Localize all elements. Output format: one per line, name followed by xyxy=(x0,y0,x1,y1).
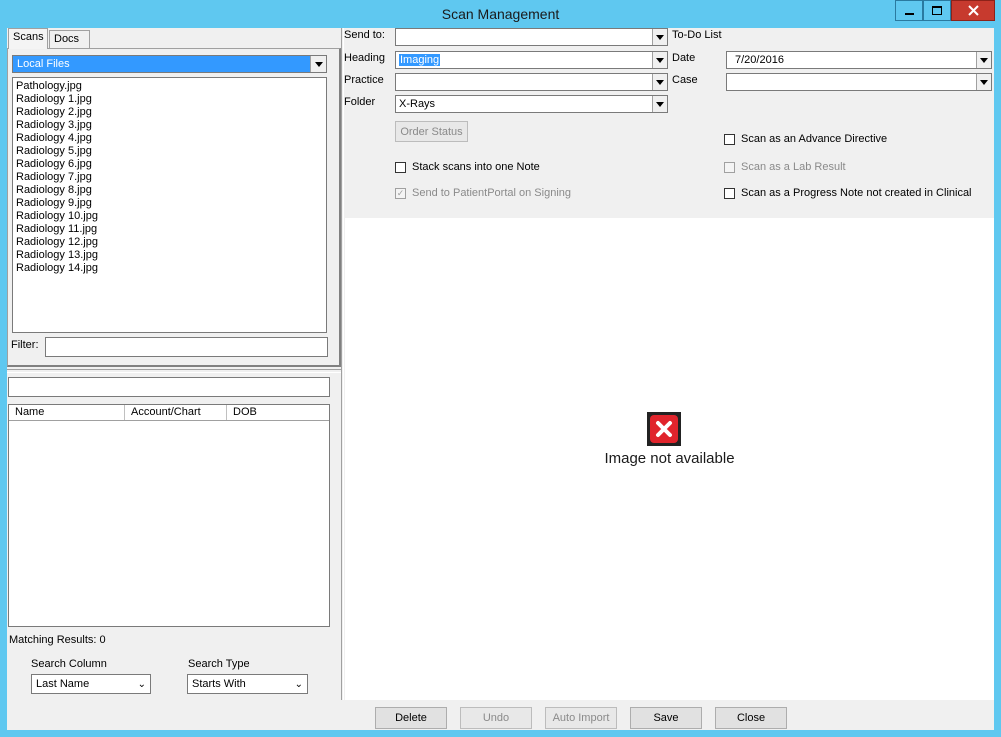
chevron-down-icon: ⌄ xyxy=(137,679,146,690)
search-type-label: Search Type xyxy=(188,658,250,670)
auto-import-button[interactable]: Auto Import xyxy=(545,707,617,729)
chevron-down-icon[interactable] xyxy=(976,52,991,68)
tab-docs[interactable]: Docs xyxy=(49,30,90,48)
case-combo[interactable] xyxy=(726,73,992,91)
case-label: Case xyxy=(672,74,698,86)
chevron-down-icon[interactable] xyxy=(652,96,667,112)
column-header-name[interactable]: Name xyxy=(9,405,125,420)
folder-value: X-Rays xyxy=(399,98,436,110)
search-column-value: Last Name xyxy=(36,678,90,690)
undo-button[interactable]: Undo xyxy=(460,707,532,729)
delete-button[interactable]: Delete xyxy=(375,707,447,729)
list-item[interactable]: Pathology.jpg xyxy=(16,80,323,93)
checkbox-box[interactable] xyxy=(724,133,735,145)
order-status-button[interactable]: Order Status xyxy=(395,121,468,142)
checkbox-box[interactable] xyxy=(724,187,735,199)
checkmark-icon[interactable]: ✓ xyxy=(395,187,406,199)
search-type-select[interactable]: Starts With ⌄ xyxy=(187,674,308,694)
broken-image-icon xyxy=(647,412,681,446)
search-column-select[interactable]: Last Name ⌄ xyxy=(31,674,151,694)
scan-management-window: Scan Management Scans Docs Local Files P… xyxy=(0,0,1001,737)
save-button[interactable]: Save xyxy=(630,707,702,729)
title-bar[interactable]: Scan Management xyxy=(0,0,1001,28)
practice-combo[interactable] xyxy=(395,73,668,91)
list-item[interactable]: Radiology 12.jpg xyxy=(16,236,323,249)
column-header-dob[interactable]: DOB xyxy=(227,405,329,420)
chevron-down-icon[interactable] xyxy=(652,29,667,45)
close-window-button[interactable] xyxy=(951,0,995,21)
list-item[interactable]: Radiology 2.jpg xyxy=(16,106,323,119)
image-not-available-text: Image not available xyxy=(604,450,735,467)
folder-label: Folder xyxy=(344,96,376,108)
folder-combo[interactable]: X-Rays xyxy=(395,95,668,113)
send-to-combo[interactable] xyxy=(395,28,668,46)
list-item[interactable]: Radiology 13.jpg xyxy=(16,249,323,262)
checkbox-box[interactable] xyxy=(395,161,406,173)
patient-search-input[interactable] xyxy=(8,377,330,397)
horizontal-splitter[interactable] xyxy=(7,369,341,373)
client-area: Scans Docs Local Files Pathology.jpg Rad… xyxy=(7,28,994,730)
filter-input[interactable] xyxy=(45,337,328,357)
maximize-button[interactable] xyxy=(923,0,951,21)
lab-result-checkbox[interactable]: Scan as a Lab Result xyxy=(724,161,846,173)
minimize-button[interactable] xyxy=(895,0,923,21)
list-item[interactable]: Radiology 8.jpg xyxy=(16,184,323,197)
heading-label: Heading xyxy=(344,52,385,64)
send-to-label: Send to: xyxy=(344,29,385,41)
search-column-label: Search Column xyxy=(31,658,107,670)
lab-result-label: Scan as a Lab Result xyxy=(741,161,846,173)
list-item[interactable]: Radiology 1.jpg xyxy=(16,93,323,106)
date-value: 7/20/2016 xyxy=(735,54,784,66)
heading-combo[interactable]: Imaging xyxy=(395,51,668,69)
practice-label: Practice xyxy=(344,74,384,86)
todo-list-label: To-Do List xyxy=(672,29,722,41)
list-item[interactable]: Radiology 9.jpg xyxy=(16,197,323,210)
maximize-icon xyxy=(932,6,942,15)
source-combo[interactable]: Local Files xyxy=(12,55,327,73)
stack-scans-checkbox[interactable]: Stack scans into one Note xyxy=(395,161,540,173)
tab-scans[interactable]: Scans xyxy=(8,28,48,49)
file-list[interactable]: Pathology.jpg Radiology 1.jpg Radiology … xyxy=(12,77,327,333)
vertical-splitter[interactable] xyxy=(341,28,344,700)
progress-note-label: Scan as a Progress Note not created in C… xyxy=(741,187,972,199)
heading-value: Imaging xyxy=(399,54,441,66)
list-item[interactable]: Radiology 6.jpg xyxy=(16,158,323,171)
advance-directive-label: Scan as an Advance Directive xyxy=(741,133,888,145)
matching-results: Matching Results: 0 xyxy=(9,634,106,646)
list-item[interactable]: Radiology 7.jpg xyxy=(16,171,323,184)
chevron-down-icon[interactable] xyxy=(652,74,667,90)
patient-portal-label: Send to PatientPortal on Signing xyxy=(412,187,572,199)
list-item[interactable]: Radiology 10.jpg xyxy=(16,210,323,223)
grid-header: Name Account/Chart DOB xyxy=(9,405,329,421)
filter-label: Filter: xyxy=(11,339,39,351)
list-item[interactable]: Radiology 14.jpg xyxy=(16,262,323,275)
chevron-down-icon: ⌄ xyxy=(294,679,303,690)
advance-directive-checkbox[interactable]: Scan as an Advance Directive xyxy=(724,133,887,145)
list-item[interactable]: Radiology 11.jpg xyxy=(16,223,323,236)
date-picker[interactable]: 7/20/2016 xyxy=(726,51,992,69)
search-type-value: Starts With xyxy=(192,678,246,690)
checkbox-box[interactable] xyxy=(724,161,735,173)
list-item[interactable]: Radiology 3.jpg xyxy=(16,119,323,132)
scans-panel: Scans Docs Local Files Pathology.jpg Rad… xyxy=(7,28,341,367)
scans-tab-pane: Local Files Pathology.jpg Radiology 1.jp… xyxy=(7,48,341,367)
chevron-down-icon[interactable] xyxy=(310,56,326,72)
patient-portal-checkbox[interactable]: ✓ Send to PatientPortal on Signing xyxy=(395,187,571,199)
patient-results-grid[interactable]: Name Account/Chart DOB xyxy=(8,404,330,627)
close-button[interactable]: Close xyxy=(715,707,787,729)
progress-note-checkbox[interactable]: Scan as a Progress Note not created in C… xyxy=(724,187,972,199)
minimize-icon xyxy=(904,12,914,15)
action-bar: Delete Undo Auto Import Save Close xyxy=(345,700,994,730)
close-icon xyxy=(967,5,979,16)
list-item[interactable]: Radiology 4.jpg xyxy=(16,132,323,145)
chevron-down-icon[interactable] xyxy=(652,52,667,68)
source-combo-value: Local Files xyxy=(17,58,70,70)
list-item[interactable]: Radiology 5.jpg xyxy=(16,145,323,158)
window-title: Scan Management xyxy=(441,6,560,22)
column-header-account[interactable]: Account/Chart xyxy=(125,405,227,420)
stack-scans-label: Stack scans into one Note xyxy=(412,161,540,173)
chevron-down-icon[interactable] xyxy=(976,74,991,90)
date-label: Date xyxy=(672,52,696,64)
image-viewer[interactable]: Image not available xyxy=(345,218,994,700)
